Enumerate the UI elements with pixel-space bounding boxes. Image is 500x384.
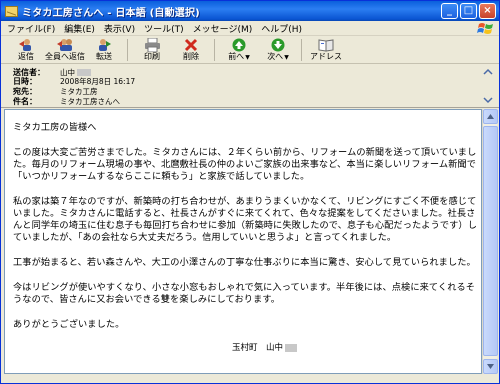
window-controls: _ □ × (441, 3, 496, 19)
header-scroll-up-icon[interactable] (483, 67, 493, 77)
print-button[interactable]: 印刷 (133, 37, 171, 62)
up-arrow-icon (231, 38, 248, 52)
menu-edit[interactable]: 編集(E) (64, 22, 95, 35)
reply-all-label: 全員へ返信 (45, 52, 85, 61)
body-paragraph: 私の家は築７年なのですが、新築時の打ち合わせが、あまりうまくいかなくて、リビング… (13, 196, 478, 243)
delete-button[interactable]: 削除 (172, 37, 210, 62)
forward-button[interactable]: 転送 (85, 37, 123, 62)
window-title: ミタカ工房さんへ - 日本語 (自動選択) (22, 7, 200, 19)
menu-tools[interactable]: ツール(T) (144, 22, 184, 35)
subject-value: ミタカ工房さんへ (60, 96, 120, 106)
address-book-button[interactable]: アドレス (307, 37, 345, 62)
redacted-block (285, 343, 297, 352)
forward-icon (96, 38, 113, 52)
address-label: アドレス (310, 52, 342, 61)
body-paragraph: 今はリビングが使いやすくなり、小さな小窓もおしゃれで気に入っています。半年後には… (13, 282, 476, 305)
menu-bar: ファイル(F) 編集(E) 表示(V) ツール(T) メッセージ(M) ヘルプ(… (1, 21, 499, 36)
maximize-button[interactable]: □ (460, 3, 477, 19)
body-paragraph: 工事が始まると、若い森さんや、大工の小澤さんの丁寧な仕事ぶりに本当に驚き、安心し… (13, 257, 476, 268)
minimize-button[interactable]: _ (441, 3, 458, 19)
next-label: 次へ▼ (267, 52, 289, 61)
vertical-scrollbar[interactable] (482, 109, 498, 374)
chevron-up-icon (487, 114, 494, 119)
closing: ありがとうございました。 (13, 319, 125, 330)
delete-x-icon (183, 38, 200, 52)
previous-button[interactable]: 前へ▼ (220, 37, 258, 63)
forward-label: 転送 (96, 52, 112, 61)
greeting: ミタカ工房の皆様へ (13, 122, 97, 133)
next-button[interactable]: 次へ▼ (259, 37, 297, 63)
close-button[interactable]: × (479, 3, 496, 19)
subject-label: 件名： (13, 96, 37, 106)
printer-icon (144, 38, 161, 52)
reply-icon (18, 38, 35, 52)
print-label: 印刷 (144, 52, 160, 61)
chevron-down-icon (487, 364, 494, 369)
signature: 玉村町 山中 (13, 341, 477, 353)
status-bar (1, 374, 499, 383)
windows-logo-icon (477, 23, 493, 34)
menu-message[interactable]: メッセージ(M) (193, 22, 253, 35)
reply-all-button[interactable]: 全員へ返信 (45, 37, 85, 62)
scroll-up-button[interactable] (483, 109, 498, 124)
body-paragraph: この度は大変ご苦労さまでした。ミタカさんには、２年くらい前から、リフォームの新聞… (13, 147, 477, 182)
toolbar-separator (214, 39, 215, 61)
reply-all-icon (56, 38, 74, 52)
message-body[interactable]: ミタカ工房の皆様へ この度は大変ご苦労さまでした。ミタカさんには、２年くらい前か… (4, 109, 482, 374)
envelope-icon (5, 5, 18, 17)
reply-button[interactable]: 返信 (7, 37, 45, 62)
scrollbar-thumb[interactable] (483, 126, 498, 356)
title-bar[interactable]: ミタカ工房さんへ - 日本語 (自動選択) _ □ × (1, 1, 499, 21)
menu-help[interactable]: ヘルプ(H) (261, 22, 302, 35)
toolbar: 返信 全員へ返信 転送 印刷 削除 前へ▼ 次へ▼ アドレス (1, 37, 499, 64)
message-header: 送信者： 山中 日時： 2008年8月8日 16:17 宛先： ミタカ工房 件名… (1, 65, 499, 108)
to-row: 宛先： ミタカ工房 (13, 86, 98, 96)
email-window: ミタカ工房さんへ - 日本語 (自動選択) _ □ × ファイル(F) 編集(E… (0, 0, 500, 384)
date-row: 日時： 2008年8月8日 16:17 (13, 76, 135, 86)
scroll-down-button[interactable] (483, 359, 498, 374)
menu-view[interactable]: 表示(V) (104, 22, 135, 35)
down-arrow-icon (270, 38, 287, 52)
menu-file[interactable]: ファイル(F) (7, 22, 55, 35)
header-scroll-down-icon[interactable] (483, 95, 493, 105)
subject-row: 件名： ミタカ工房さんへ (13, 96, 120, 106)
delete-label: 削除 (183, 52, 199, 61)
toolbar-separator (301, 39, 302, 61)
address-book-icon (318, 38, 335, 52)
reply-label: 返信 (18, 52, 34, 61)
previous-label: 前へ▼ (228, 52, 250, 61)
toolbar-separator (127, 39, 128, 61)
